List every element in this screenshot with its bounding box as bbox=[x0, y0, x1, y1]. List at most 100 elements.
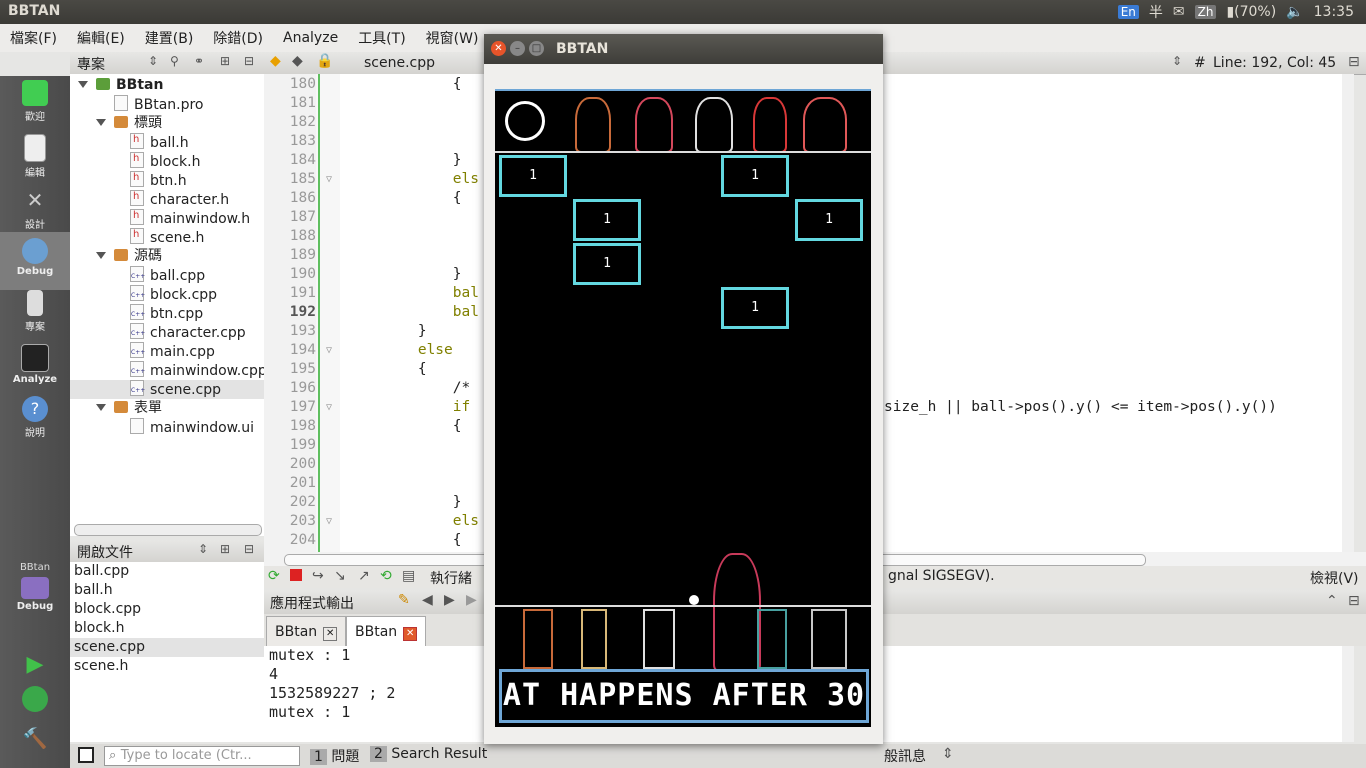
vertical-scrollbar[interactable] bbox=[1342, 646, 1354, 742]
maximize-window-button[interactable]: □ bbox=[529, 41, 544, 56]
fold-marker-icon[interactable]: ▽ bbox=[326, 516, 332, 527]
tree-folder-sources[interactable]: 源碼 bbox=[96, 247, 162, 266]
issues-pane-button[interactable]: 1 問題 bbox=[310, 746, 359, 766]
character-icon[interactable] bbox=[753, 97, 787, 153]
close-panel-icon[interactable]: ⊟ bbox=[244, 542, 254, 556]
open-doc-item[interactable]: scene.h bbox=[74, 657, 128, 676]
debug-run-button[interactable] bbox=[0, 686, 70, 714]
close-tab-icon[interactable]: ✕ bbox=[403, 627, 418, 641]
close-window-button[interactable]: ✕ bbox=[491, 41, 506, 56]
step-over-icon[interactable]: ↪ bbox=[312, 568, 324, 584]
mode-welcome[interactable]: 歡迎 bbox=[0, 80, 70, 123]
next-output-icon[interactable]: ▶ bbox=[444, 592, 455, 608]
tree-folder-headers[interactable]: 標頭 bbox=[96, 114, 162, 133]
prev-output-icon[interactable]: ◀ bbox=[422, 592, 433, 608]
tree-file[interactable]: mainwindow.h bbox=[130, 206, 250, 228]
filter-icon[interactable]: ⚲ bbox=[170, 54, 179, 68]
battery-indicator[interactable]: ▮(70%) bbox=[1226, 4, 1276, 20]
open-doc-item[interactable]: block.h bbox=[74, 619, 124, 638]
close-editor-icon[interactable]: ⊟ bbox=[1348, 54, 1360, 70]
mode-debug[interactable]: Debug bbox=[0, 232, 70, 290]
output-tab-active[interactable]: BBtan ✕ bbox=[346, 616, 427, 647]
minimize-window-button[interactable]: – bbox=[510, 41, 525, 56]
tree-file[interactable]: btn.cpp bbox=[130, 304, 203, 324]
mode-help[interactable]: ? 說明 bbox=[0, 396, 70, 439]
step-into-icon[interactable]: ↘ bbox=[334, 568, 346, 584]
editor-file-name[interactable]: scene.cpp bbox=[364, 55, 435, 71]
tree-file[interactable]: character.h bbox=[130, 187, 229, 209]
tree-file[interactable]: mainwindow.cpp bbox=[130, 361, 267, 381]
character-icon[interactable] bbox=[695, 97, 733, 153]
more-panes-icon[interactable]: ⇕ bbox=[942, 746, 954, 762]
network-icon[interactable]: ✉ bbox=[1173, 4, 1185, 20]
fold-marker-icon[interactable]: ▽ bbox=[326, 402, 332, 413]
character-icon[interactable] bbox=[575, 97, 611, 153]
continue-icon[interactable]: ⟳ bbox=[268, 568, 280, 584]
run-button[interactable]: ▶ bbox=[0, 652, 70, 677]
tree-file[interactable]: BBtan.pro bbox=[114, 95, 204, 114]
forward-arrow-icon[interactable]: ◆ bbox=[292, 53, 303, 69]
menu-build[interactable]: 建置(B) bbox=[135, 28, 204, 48]
tree-file[interactable]: mainwindow.ui bbox=[130, 418, 254, 437]
open-doc-item-selected[interactable]: scene.cpp bbox=[70, 638, 264, 657]
open-doc-item[interactable]: ball.cpp bbox=[74, 562, 129, 581]
output-tab[interactable]: BBtan ✕ bbox=[266, 616, 347, 647]
tree-file[interactable]: block.cpp bbox=[130, 285, 217, 305]
kit-selector[interactable]: BBtan Debug bbox=[0, 562, 70, 612]
open-doc-item[interactable]: block.cpp bbox=[74, 600, 141, 619]
back-arrow-icon[interactable]: ◆ bbox=[270, 53, 281, 69]
maximize-output-icon[interactable]: ⌃ bbox=[1326, 593, 1338, 609]
tree-root[interactable]: BBtan bbox=[78, 76, 163, 95]
tree-file[interactable]: character.cpp bbox=[130, 323, 246, 343]
menu-tools[interactable]: 工具(T) bbox=[348, 28, 415, 48]
toggle-sidebar-icon[interactable] bbox=[78, 747, 94, 763]
menu-analyze[interactable]: Analyze bbox=[273, 30, 348, 46]
stop-icon[interactable] bbox=[290, 569, 302, 581]
horizontal-scrollbar[interactable] bbox=[74, 524, 262, 536]
restart-icon[interactable]: ⟲ bbox=[380, 568, 392, 584]
file-select-icon[interactable]: ⇕ bbox=[1172, 54, 1182, 68]
split-icon[interactable]: ⊞ bbox=[220, 54, 230, 68]
character-icon[interactable] bbox=[803, 97, 847, 153]
tree-file-selected[interactable]: scene.cpp bbox=[70, 380, 264, 400]
split-icon[interactable]: ⊞ bbox=[220, 542, 230, 556]
step-out-icon[interactable]: ↗ bbox=[358, 568, 370, 584]
tree-file[interactable]: scene.h bbox=[130, 225, 204, 247]
close-panel-icon[interactable]: ⊟ bbox=[244, 54, 254, 68]
build-button[interactable]: 🔨 bbox=[0, 726, 70, 750]
mode-design[interactable]: ✕ 設計 bbox=[0, 188, 70, 231]
open-doc-item[interactable]: ball.h bbox=[74, 581, 113, 600]
cursor-position[interactable]: Line: 192, Col: 45 bbox=[1213, 55, 1336, 71]
close-tab-icon[interactable]: ✕ bbox=[323, 627, 338, 641]
tree-folder-forms[interactable]: 表單 bbox=[96, 399, 162, 418]
game-window-titlebar[interactable]: ✕ – □ BBTAN bbox=[484, 34, 883, 64]
close-output-icon[interactable]: ⊟ bbox=[1348, 593, 1360, 609]
mode-analyze[interactable]: Analyze bbox=[0, 344, 70, 385]
input-half-width[interactable]: 半 bbox=[1149, 2, 1163, 22]
mode-projects[interactable]: 專案 bbox=[0, 290, 70, 333]
menu-edit[interactable]: 編輯(E) bbox=[67, 28, 135, 48]
vertical-scrollbar[interactable] bbox=[1342, 74, 1354, 552]
tree-file[interactable]: block.h bbox=[130, 149, 200, 171]
locator-input[interactable]: ⌕ Type to locate (Ctr... bbox=[104, 746, 300, 766]
fold-marker-icon[interactable]: ▽ bbox=[326, 174, 332, 185]
tree-file[interactable]: ball.cpp bbox=[130, 266, 205, 286]
tree-file[interactable]: main.cpp bbox=[130, 342, 215, 362]
menu-window[interactable]: 視窗(W) bbox=[416, 28, 489, 48]
menu-debug[interactable]: 除錯(D) bbox=[203, 28, 273, 48]
mode-edit[interactable]: 編輯 bbox=[0, 134, 70, 179]
clean-output-icon[interactable]: ✎ bbox=[398, 592, 410, 608]
search-results-pane-button[interactable]: 2 Search Result bbox=[370, 746, 487, 766]
clock[interactable]: 13:35 bbox=[1314, 4, 1354, 20]
back-button-icon[interactable] bbox=[505, 101, 545, 141]
input-method-en[interactable]: En bbox=[1117, 5, 1139, 19]
run-output-icon[interactable]: ▶ bbox=[466, 592, 477, 608]
fold-marker-icon[interactable]: ▽ bbox=[326, 345, 332, 356]
general-messages-pane-button[interactable]: 般訊息 bbox=[884, 746, 926, 766]
link-icon[interactable]: ⚭ bbox=[194, 54, 204, 68]
input-method-zh[interactable]: Zh bbox=[1194, 5, 1217, 19]
operate-icon[interactable]: ▤ bbox=[402, 568, 415, 584]
panel-select-icon[interactable]: ⇕ bbox=[198, 542, 208, 556]
game-canvas[interactable]: 1 1 1 1 1 1 AT HAPPENS AFTER 30 bbox=[495, 89, 871, 727]
view-menu[interactable]: 檢視(V) bbox=[1310, 568, 1359, 588]
